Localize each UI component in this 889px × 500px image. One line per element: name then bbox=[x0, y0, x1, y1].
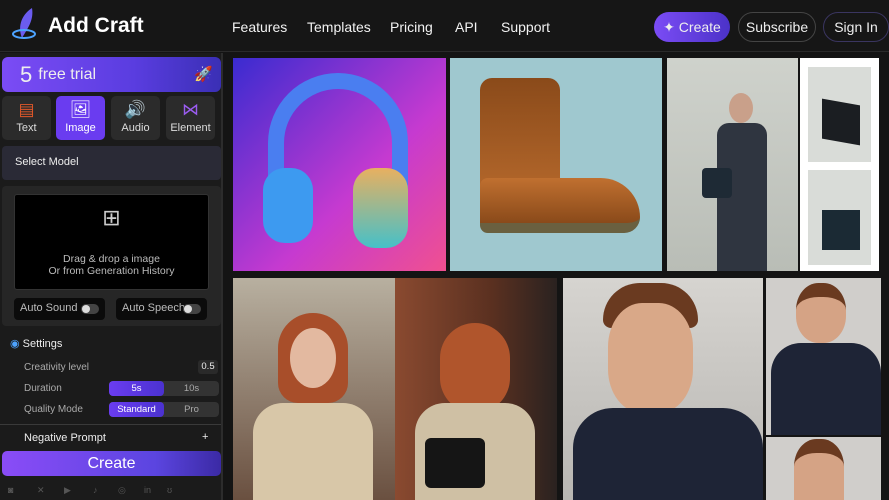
gallery-image-man-closeup[interactable] bbox=[766, 437, 881, 500]
speaker-icon: 🔊 bbox=[124, 100, 147, 119]
quality-standard[interactable]: Standard bbox=[109, 402, 164, 417]
quality-selector: Standard Pro bbox=[109, 402, 219, 417]
settings-label: Settings bbox=[22, 338, 63, 350]
x-icon[interactable]: ✕ bbox=[37, 485, 45, 496]
auto-sound-toggle[interactable]: Auto Sound bbox=[14, 298, 105, 320]
upload-panel: ⊞ Drag & drop a image Or from Generation… bbox=[2, 186, 221, 326]
feather-logo-icon bbox=[12, 8, 36, 39]
auto-sound-label: Auto Sound bbox=[20, 302, 78, 314]
figure-head bbox=[729, 93, 753, 123]
tiktok-icon[interactable]: ♪ bbox=[93, 485, 98, 495]
suit-shape bbox=[771, 343, 881, 435]
bag-shape bbox=[702, 168, 732, 198]
trial-text: free trial bbox=[38, 65, 97, 83]
create-button[interactable]: Create bbox=[2, 451, 221, 476]
coat-shape bbox=[253, 403, 373, 500]
drop-subtext: Or from Generation History bbox=[48, 265, 175, 277]
divider bbox=[0, 424, 221, 425]
sign-in-button[interactable]: Sign In bbox=[823, 12, 889, 42]
face-shape bbox=[796, 283, 846, 343]
tab-image[interactable]: 🖼 Image bbox=[56, 96, 105, 140]
gallery-image-man-portrait[interactable] bbox=[766, 278, 881, 435]
discord-icon[interactable]: ◙ bbox=[8, 485, 13, 495]
settings-icon: ◉ bbox=[10, 338, 20, 350]
brand-name[interactable]: Add Craft bbox=[48, 14, 144, 38]
nav-support[interactable]: Support bbox=[501, 19, 550, 35]
gallery-image-headphones[interactable] bbox=[233, 58, 446, 271]
bag-shape bbox=[425, 438, 485, 488]
boot-shape bbox=[480, 178, 640, 233]
drop-text: Drag & drop a image bbox=[63, 253, 160, 265]
gallery-image-redhead-front[interactable] bbox=[233, 278, 395, 500]
quality-pro[interactable]: Pro bbox=[164, 402, 219, 417]
free-trial-banner[interactable]: 5 free trial 🚀 bbox=[2, 57, 221, 92]
duration-10s[interactable]: 10s bbox=[164, 381, 219, 396]
earcup-shape bbox=[263, 168, 313, 243]
quality-label: Quality Mode bbox=[24, 404, 83, 415]
bag-photo bbox=[808, 170, 871, 265]
rocket-icon: 🚀 bbox=[194, 66, 213, 83]
image-dropzone[interactable]: ⊞ Drag & drop a image Or from Generation… bbox=[14, 194, 209, 290]
hair-shape bbox=[440, 323, 510, 413]
trial-count: 5 bbox=[20, 61, 33, 87]
select-model-dropdown[interactable]: Select Model bbox=[2, 146, 221, 180]
nodes-icon: ⋈ bbox=[182, 100, 199, 119]
duration-label: Duration bbox=[24, 383, 62, 394]
gallery-image-boot[interactable] bbox=[450, 58, 662, 271]
face-shape bbox=[608, 303, 693, 413]
nav-api[interactable]: API bbox=[455, 19, 478, 35]
creativity-label: Creativity level bbox=[24, 362, 90, 373]
header-create-button[interactable]: ✦ Create bbox=[654, 12, 730, 42]
sidebar: 5 free trial 🚀 ▤ Text 🖼 Image 🔊 Audio ⋈ Elem… bbox=[0, 53, 223, 500]
duration-selector: 5s 10s bbox=[109, 381, 219, 396]
face-shape bbox=[290, 328, 336, 388]
gallery-image-redhead-back[interactable] bbox=[395, 278, 557, 500]
plus-icon[interactable]: + bbox=[202, 431, 208, 443]
nav-pricing[interactable]: Pricing bbox=[390, 19, 433, 35]
auto-speech-toggle[interactable]: Auto Speech bbox=[116, 298, 207, 320]
toggle-switch[interactable] bbox=[81, 304, 99, 314]
top-nav: Add Craft Features Templates Pricing API… bbox=[0, 0, 889, 52]
negative-prompt-toggle[interactable]: Negative Prompt bbox=[24, 432, 106, 444]
add-image-icon: ⊞ bbox=[102, 205, 121, 230]
create-label: Create bbox=[678, 19, 721, 35]
earcup-shape bbox=[353, 168, 408, 248]
toggle-switch[interactable] bbox=[183, 304, 201, 314]
gallery-image-woman-bag[interactable] bbox=[667, 58, 798, 271]
sparkle-icon: ✦ bbox=[663, 18, 679, 35]
linkedin-icon[interactable]: in bbox=[144, 485, 151, 495]
nav-features[interactable]: Features bbox=[232, 19, 287, 35]
tab-element[interactable]: ⋈ Element bbox=[166, 96, 215, 140]
nav-templates[interactable]: Templates bbox=[307, 19, 371, 35]
creativity-value[interactable]: 0.5 bbox=[198, 360, 218, 374]
settings-header[interactable]: ◉ Settings bbox=[10, 337, 62, 350]
tab-label: Audio bbox=[121, 122, 150, 134]
bag-photo bbox=[808, 67, 871, 162]
duration-5s[interactable]: 5s bbox=[109, 381, 164, 396]
tab-label: Text bbox=[16, 122, 37, 134]
subscribe-button[interactable]: Subscribe bbox=[738, 12, 816, 42]
youtube-icon[interactable]: ▶ bbox=[64, 485, 71, 496]
suit-shape bbox=[573, 408, 763, 500]
tab-label: Image bbox=[65, 122, 96, 134]
instagram-icon[interactable]: ◎ bbox=[118, 485, 126, 496]
tab-text[interactable]: ▤ Text bbox=[2, 96, 51, 140]
bluesky-icon[interactable]: ʊ bbox=[167, 485, 172, 495]
image-icon: 🖼 bbox=[69, 100, 92, 119]
tab-audio[interactable]: 🔊 Audio bbox=[111, 96, 160, 140]
auto-speech-label: Auto Speech bbox=[122, 302, 185, 314]
gallery-image-bags[interactable] bbox=[800, 58, 879, 271]
text-icon: ▤ bbox=[18, 100, 35, 119]
tab-label: Element bbox=[170, 122, 211, 134]
face-shape bbox=[794, 439, 844, 500]
gallery-image-man-watch[interactable] bbox=[563, 278, 763, 500]
